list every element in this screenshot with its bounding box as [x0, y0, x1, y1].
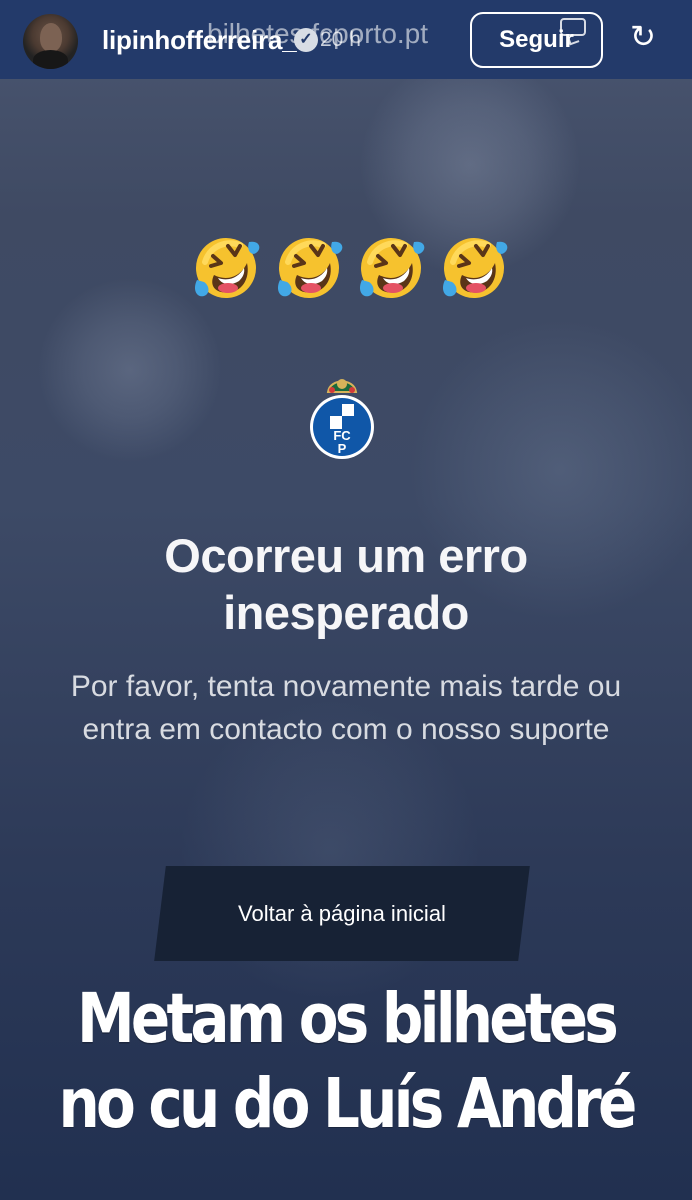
- message-icon[interactable]: [560, 18, 586, 36]
- profile-avatar[interactable]: [23, 14, 78, 69]
- rolling-laughing-emoji-icon: [442, 238, 508, 298]
- crest-letters-bottom: P: [338, 441, 347, 456]
- story-header: bilhetes.fcporto.pt lipinhofferreira_ ✓ …: [0, 0, 692, 79]
- rolling-laughing-emoji-icon: [360, 238, 425, 298]
- rolling-laughing-emoji-3: [355, 232, 427, 304]
- rolling-laughing-emoji-icon: [277, 238, 342, 298]
- instagram-story-screen: bilhetes.fcporto.pt lipinhofferreira_ ✓ …: [0, 0, 692, 1200]
- rolling-laughing-emoji-icon: [194, 238, 260, 298]
- rolling-laughing-emoji-4: [438, 232, 510, 304]
- error-title: Ocorreu um erro inesperado: [164, 529, 528, 639]
- username[interactable]: lipinhofferreira_: [102, 25, 297, 55]
- back-home-button-label[interactable]: Voltar à página inicial: [160, 866, 524, 961]
- verified-badge-icon: ✓: [294, 28, 318, 52]
- story-time: 20 h: [320, 28, 361, 51]
- rolling-laughing-emoji-2: [273, 232, 345, 304]
- rolling-laughing-emoji-1: [190, 232, 262, 304]
- error-message: Por favor, tenta novamente mais tarde ou…: [70, 670, 622, 746]
- refresh-icon[interactable]: ↻: [626, 20, 660, 54]
- crest-letters-top: FC: [333, 428, 351, 443]
- laughing-emoji-row: [190, 232, 510, 304]
- fc-porto-crest-icon: P FC: [310, 379, 374, 459]
- story-caption: Metam os bilhetes no cu do Luís André: [58, 978, 637, 1144]
